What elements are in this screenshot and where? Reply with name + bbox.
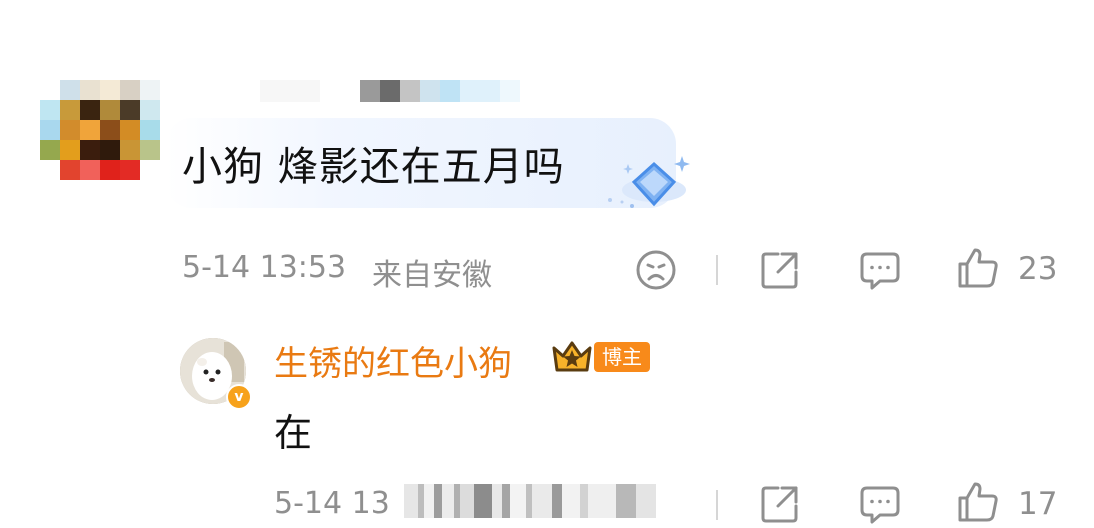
verified-v-icon: v	[226, 384, 252, 410]
share-icon[interactable]	[758, 482, 802, 526]
action-divider	[716, 490, 718, 520]
diamond-sparkle-icon	[608, 156, 690, 208]
comment-like-count: 23	[1018, 251, 1058, 287]
comment-location: 来自安徽	[372, 258, 492, 293]
comment-timestamp: 5-14 13:53	[182, 250, 347, 285]
commenter-name-blurred[interactable]	[260, 80, 320, 102]
reply-author-name[interactable]: 生锈的红色小狗	[274, 336, 512, 385]
comment-text: 小狗 烽影还在五月吗	[182, 144, 565, 190]
sad-face-icon[interactable]	[634, 248, 678, 292]
reply-meta-mosaic	[404, 478, 676, 524]
share-icon[interactable]	[758, 248, 802, 292]
reply-timestamp: 5-14 13	[274, 486, 390, 521]
comment-icon[interactable]	[858, 482, 902, 526]
author-badge: 博主	[594, 342, 650, 372]
commenter-avatar-pixelated[interactable]	[40, 80, 160, 180]
crown-badge-icon	[552, 341, 592, 372]
thumbs-up-icon[interactable]	[956, 480, 1000, 524]
action-divider	[716, 255, 718, 285]
commenter-badge-blurred	[360, 80, 520, 102]
reply-like-count: 17	[1018, 486, 1058, 522]
reply-text: 在	[274, 411, 313, 455]
thumbs-up-icon[interactable]	[956, 246, 1000, 290]
comment-icon[interactable]	[858, 248, 902, 292]
